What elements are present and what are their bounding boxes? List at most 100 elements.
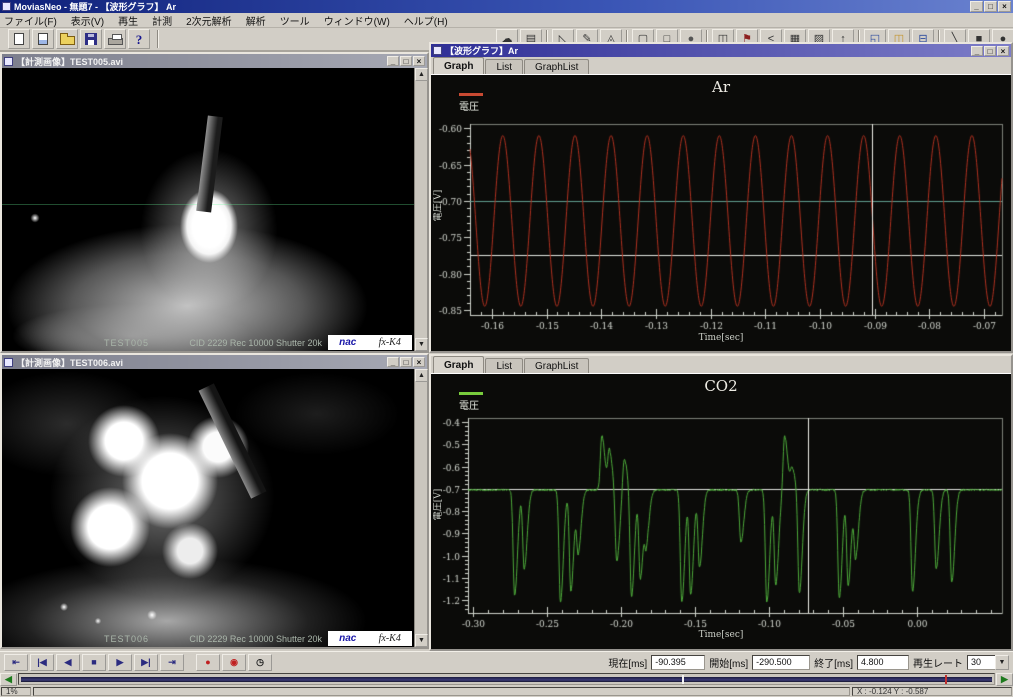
jump-end-button[interactable]: ⇥ <box>160 654 184 671</box>
graph1-minimize-button[interactable]: _ <box>971 46 983 56</box>
play-button[interactable]: ▶ <box>108 654 132 671</box>
graph1-plot-area[interactable]: Ar 電圧 電圧[V] Time[sec] <box>431 75 1011 351</box>
open-folder-icon <box>60 36 75 45</box>
video2-camera-info: CID 2229 Rec 10000 Shutter 20k <box>189 634 322 644</box>
tab-list[interactable]: List <box>485 59 523 74</box>
maximize-button[interactable]: □ <box>984 1 997 12</box>
prev-frame-button[interactable]: |◀ <box>30 654 54 671</box>
print-button[interactable] <box>104 29 126 49</box>
menu-item-0[interactable]: ファイル(F) <box>4 13 57 28</box>
next-frame-button[interactable]: ▶| <box>134 654 158 671</box>
graph1-titlebar: 【波形グラフ】Ar _ □ × <box>431 44 1011 57</box>
tab-graphlist[interactable]: GraphList <box>524 358 589 373</box>
timer-button[interactable]: ◷ <box>248 654 272 671</box>
video1-minimize-button[interactable]: _ <box>387 56 399 66</box>
video1-camera-badge: nac fx-K4 <box>328 335 412 350</box>
video2-camera-badge: nac fx-K4 <box>328 631 412 646</box>
graph-window-co2: GraphListGraphList CO2 電圧 電圧[V] Time[sec… <box>429 354 1013 651</box>
menu-item-7[interactable]: ウィンドウ(W) <box>324 13 390 28</box>
video2-maximize-button[interactable]: □ <box>400 357 412 367</box>
video1-icon <box>4 57 13 66</box>
new-graph-doc-button[interactable] <box>32 29 54 49</box>
menu-item-4[interactable]: 2次元解析 <box>186 13 232 28</box>
help-icon: ? <box>136 33 143 46</box>
video1-scrollbar[interactable]: ▲ ▼ <box>414 68 427 351</box>
menu-item-6[interactable]: ツール <box>280 13 310 28</box>
timeline-right-button[interactable]: ▶ <box>996 673 1013 686</box>
video1-maximize-button[interactable]: □ <box>400 56 412 66</box>
tab-graph[interactable]: Graph <box>433 356 484 373</box>
window-title: MoviasNeo - 無題7 - 【波形グラフ】 Ar <box>14 0 970 13</box>
timeline-loaded-range <box>21 677 992 682</box>
video-window-test005: 【計測画像】TEST005.avi _ □ × TEST005 CID 2229… <box>0 52 429 353</box>
video1-name: TEST005 <box>104 338 149 348</box>
video1-titlebar: 【計測画像】TEST005.avi _ □ × <box>2 54 427 68</box>
scroll-down-icon[interactable]: ▼ <box>415 634 428 647</box>
timeline-track[interactable] <box>18 673 995 685</box>
video2-icon <box>4 358 13 367</box>
graph1-tabs: GraphListGraphList <box>431 57 1011 75</box>
status-cursor-position: X : -0.124 Y : -0.587 <box>852 687 1012 696</box>
video2-frame[interactable]: TEST006 CID 2229 Rec 10000 Shutter 20k n… <box>2 369 414 647</box>
menu-item-3[interactable]: 計測 <box>152 13 172 28</box>
play-rate-label: 再生レート <box>913 655 963 670</box>
camera-model: fx-K4 <box>379 337 401 348</box>
current-time-field[interactable]: -90.395 <box>651 655 705 670</box>
status-left: 1% <box>1 687 31 696</box>
window-titlebar: MoviasNeo - 無題7 - 【波形グラフ】 Ar _ □ × <box>0 0 1013 13</box>
timeline-left-button[interactable]: ◀ <box>0 673 17 686</box>
tab-list[interactable]: List <box>485 358 523 373</box>
current-time-label: 現在[ms] <box>608 655 647 670</box>
chevron-down-icon[interactable]: ▼ <box>995 655 1009 670</box>
time-fields: 現在[ms] -90.395 開始[ms] -290.500 終了[ms] 4.… <box>608 655 1009 670</box>
video2-title: 【計測画像】TEST006.avi <box>16 356 387 369</box>
save-button[interactable] <box>80 29 102 49</box>
menu-item-5[interactable]: 解析 <box>246 13 266 28</box>
menu-item-2[interactable]: 再生 <box>118 13 138 28</box>
video2-scrollbar[interactable]: ▲ ▼ <box>414 369 427 647</box>
scroll-down-icon[interactable]: ▼ <box>415 338 428 351</box>
open-folder-button[interactable] <box>56 29 78 49</box>
graph1-close-button[interactable]: × <box>997 46 1009 56</box>
graph2-plot-area[interactable]: CO2 電圧 電圧[V] Time[sec] <box>431 374 1011 649</box>
legend-voltage-label: 電圧 <box>459 401 479 412</box>
menu-bar: ファイル(F) 表示(V) 再生計測 2次元解析解析ツールウィンドウ(W) ヘルプ(H) <box>0 13 1013 28</box>
record-stop-button[interactable]: ◉ <box>222 654 246 671</box>
close-button[interactable]: × <box>998 1 1011 12</box>
help-button[interactable]: ? <box>128 29 150 49</box>
start-time-field[interactable]: -290.500 <box>752 655 810 670</box>
tab-graph[interactable]: Graph <box>433 57 484 74</box>
new-doc-icon <box>14 33 24 45</box>
timeline-bar: ◀ ▶ <box>0 672 1013 686</box>
graph2-legend: 電圧 <box>459 392 483 412</box>
toolbar-separator <box>157 30 159 48</box>
menu-item-1[interactable]: 表示(V) <box>71 13 104 28</box>
end-time-label: 終了[ms] <box>814 655 853 670</box>
timeline-cursor[interactable] <box>682 675 684 684</box>
new-doc-button[interactable] <box>8 29 30 49</box>
play-rate-dropdown[interactable]: 30 ▼ <box>967 655 1009 670</box>
end-time-field[interactable]: 4.800 <box>857 655 909 670</box>
status-middle <box>33 687 850 696</box>
video1-camera-info: CID 2229 Rec 10000 Shutter 20k <box>189 338 322 348</box>
play-reverse-button[interactable]: ◀ <box>56 654 80 671</box>
menu-item-8[interactable]: ヘルプ(H) <box>404 13 448 28</box>
video2-overlay: TEST006 CID 2229 Rec 10000 Shutter 20k n… <box>2 631 414 646</box>
video2-close-button[interactable]: × <box>413 357 425 367</box>
video2-minimize-button[interactable]: _ <box>387 357 399 367</box>
legend-voltage-swatch <box>459 392 483 395</box>
jump-start-button[interactable]: ⇤ <box>4 654 28 671</box>
stop-button[interactable]: ■ <box>82 654 106 671</box>
new-graph-doc-icon <box>38 33 48 45</box>
record-button[interactable]: ● <box>196 654 220 671</box>
tab-graphlist[interactable]: GraphList <box>524 59 589 74</box>
graph1-maximize-button[interactable]: □ <box>984 46 996 56</box>
video1-frame[interactable]: TEST005 CID 2229 Rec 10000 Shutter 20k n… <box>2 68 414 351</box>
scroll-up-icon[interactable]: ▲ <box>415 369 428 382</box>
video1-close-button[interactable]: × <box>413 56 425 66</box>
application-window: MoviasNeo - 無題7 - 【波形グラフ】 Ar _ □ × ファイル(… <box>0 0 1013 697</box>
scroll-up-icon[interactable]: ▲ <box>415 68 428 81</box>
minimize-button[interactable]: _ <box>970 1 983 12</box>
status-bar: 1% X : -0.124 Y : -0.587 <box>0 687 1013 697</box>
video1-overlay: TEST005 CID 2229 Rec 10000 Shutter 20k n… <box>2 335 414 350</box>
